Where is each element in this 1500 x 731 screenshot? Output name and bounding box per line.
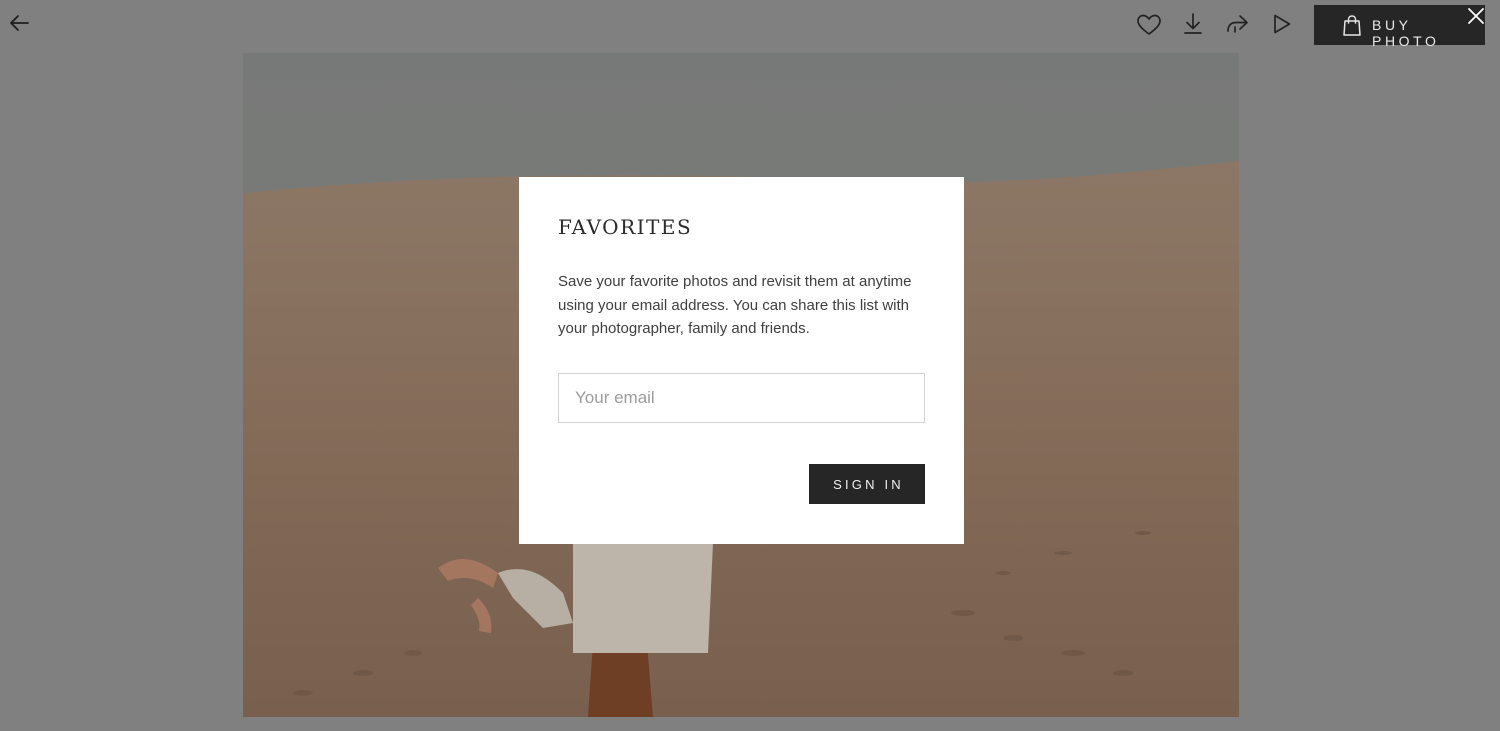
favorite-button[interactable] bbox=[1135, 11, 1163, 39]
share-button[interactable] bbox=[1223, 10, 1251, 38]
modal-title: FAVORITES bbox=[558, 215, 693, 239]
back-button[interactable] bbox=[6, 9, 34, 37]
close-button[interactable] bbox=[1467, 7, 1485, 25]
share-icon bbox=[1227, 15, 1248, 33]
heart-icon bbox=[1137, 14, 1161, 35]
slideshow-button[interactable] bbox=[1268, 10, 1296, 38]
modal-description: Save your favorite photos and revisit th… bbox=[558, 273, 912, 337]
download-icon bbox=[1184, 13, 1202, 34]
shopping-bag-icon bbox=[1343, 15, 1361, 36]
download-button[interactable] bbox=[1179, 10, 1207, 38]
play-icon bbox=[1274, 14, 1291, 34]
buy-photo-button[interactable]: BUY PHOTO bbox=[1314, 5, 1485, 49]
email-field[interactable] bbox=[558, 373, 925, 423]
close-icon bbox=[1468, 8, 1484, 24]
sign-in-button[interactable]: SIGN IN bbox=[809, 464, 925, 504]
arrow-left-icon bbox=[10, 15, 29, 31]
favorites-modal: FAVORITES Save your favorite photos and … bbox=[519, 177, 964, 544]
